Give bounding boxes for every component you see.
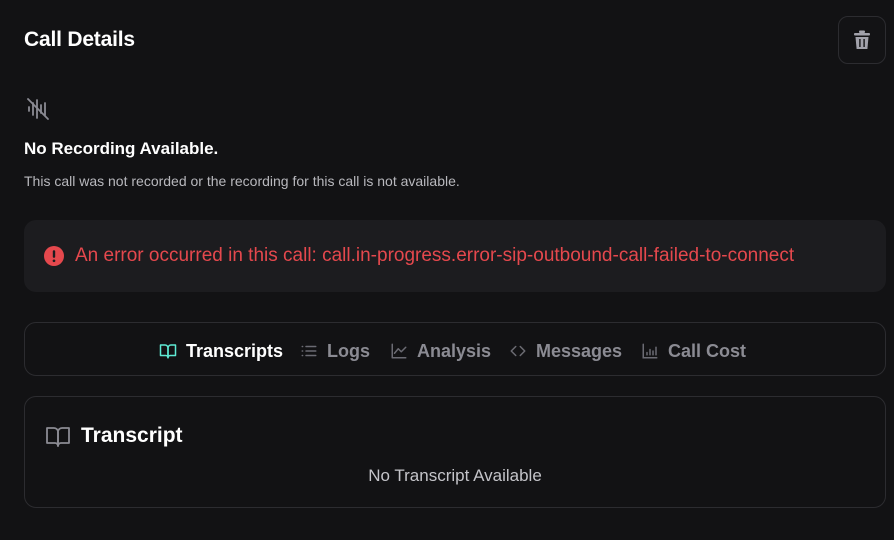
page-title: Call Details xyxy=(24,28,135,51)
tab-messages[interactable]: Messages xyxy=(509,340,622,362)
tab-call-cost[interactable]: Call Cost xyxy=(641,340,746,362)
trash-icon xyxy=(854,30,870,49)
no-recording-title: No Recording Available. xyxy=(24,139,219,158)
tab-analysis[interactable]: Analysis xyxy=(390,340,491,362)
code-icon xyxy=(510,345,526,357)
error-alert: An error occurred in this call: call.in-… xyxy=(24,220,886,292)
tab-logs[interactable]: Logs xyxy=(300,340,370,362)
tab-label: Analysis xyxy=(417,340,492,361)
line-chart-icon xyxy=(391,343,407,359)
chart-icon xyxy=(642,343,658,359)
header: Call Details xyxy=(24,16,888,66)
transcript-title: Transcript xyxy=(81,424,183,447)
tab-label: Messages xyxy=(536,340,623,361)
tab-transcripts[interactable]: Transcripts xyxy=(159,340,283,362)
alert-circle-icon xyxy=(44,246,64,266)
no-recording-subtitle: This call was not recorded or the record… xyxy=(24,173,460,189)
error-message: An error occurred in this call: call.in-… xyxy=(75,245,795,266)
call-details-page: Call Details No Recording Available. Thi… xyxy=(0,0,894,540)
tab-label: Transcripts xyxy=(186,340,284,361)
delete-call-button[interactable] xyxy=(838,16,886,64)
book-open-icon xyxy=(46,427,70,447)
book-open-icon xyxy=(159,344,177,359)
transcript-empty-text: No Transcript Available xyxy=(368,466,542,485)
tab-bar: Transcripts Logs Analysis Messages Call … xyxy=(24,322,886,376)
tab-label: Logs xyxy=(327,340,370,361)
list-icon xyxy=(301,345,317,357)
tab-label: Call Cost xyxy=(668,340,747,361)
transcript-panel: Transcript No Transcript Available xyxy=(24,396,886,508)
audio-off-icon xyxy=(27,98,49,120)
